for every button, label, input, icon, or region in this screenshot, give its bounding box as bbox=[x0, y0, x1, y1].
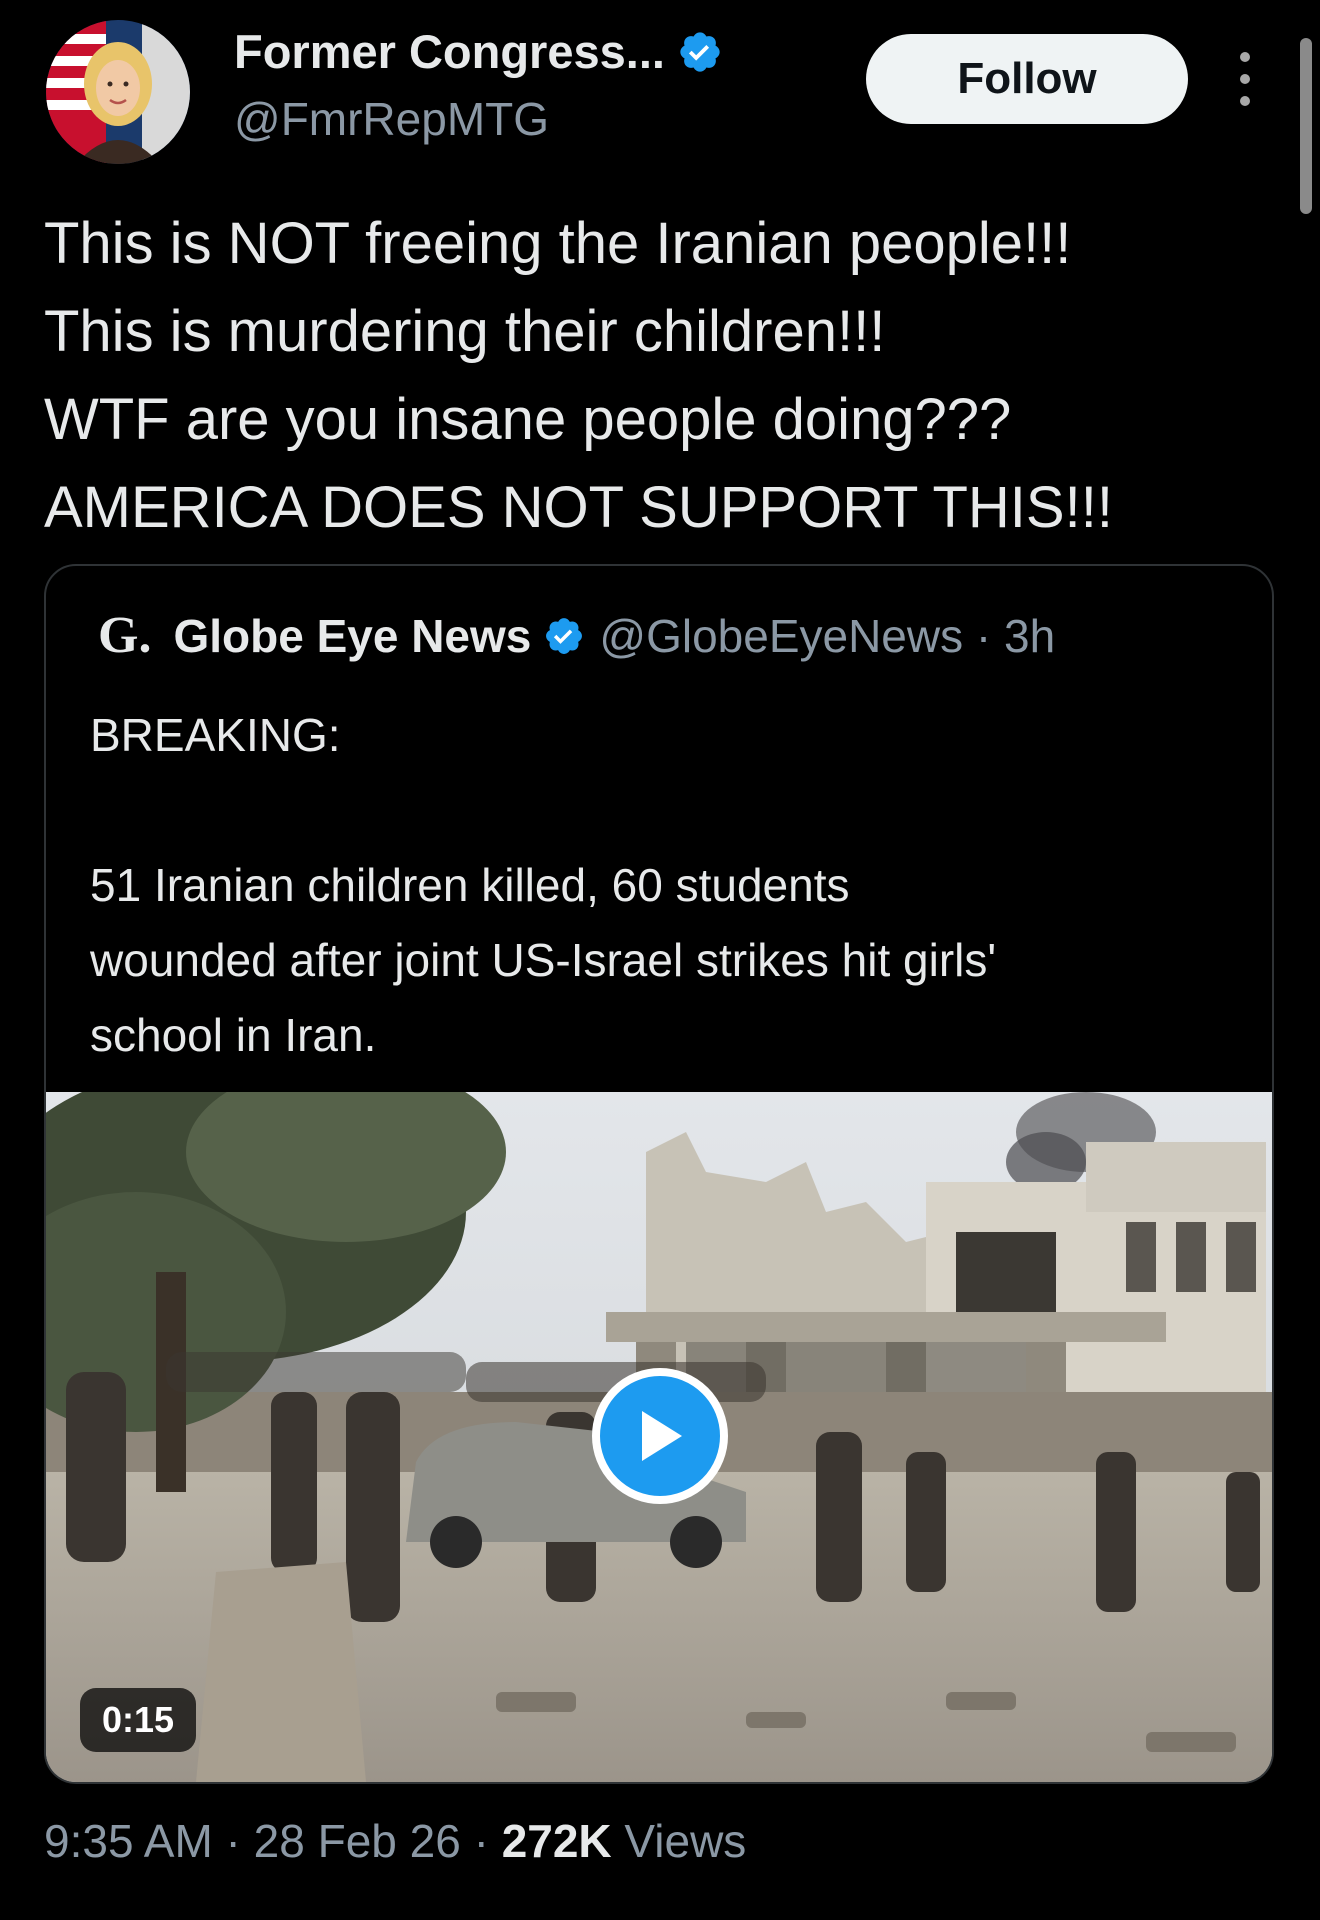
follow-button[interactable]: Follow bbox=[866, 34, 1188, 124]
tweet-meta: 9:35 AM · 28 Feb 26 · 272K Views bbox=[44, 1814, 746, 1868]
quoted-author-handle[interactable]: @GlobeEyeNews · 3h bbox=[599, 609, 1055, 663]
quoted-line: wounded after joint US-Israel strikes hi… bbox=[90, 934, 997, 986]
views-label: Views bbox=[611, 1815, 747, 1867]
avatar-image bbox=[46, 20, 190, 164]
quoted-author-name[interactable]: Globe Eye News bbox=[173, 609, 531, 663]
avatar[interactable] bbox=[46, 20, 190, 164]
author-name-row[interactable]: Former Congress... bbox=[234, 24, 723, 79]
scrollbar[interactable] bbox=[1300, 38, 1312, 214]
author-handle[interactable]: @FmrRepMTG bbox=[234, 92, 549, 146]
play-button[interactable] bbox=[592, 1368, 728, 1504]
tweet-line: WTF are you insane people doing??? bbox=[44, 387, 1012, 452]
quoted-tweet-text: BREAKING: 51 Iranian children killed, 60… bbox=[90, 698, 1240, 1073]
tweet-text: This is NOT freeing the Iranian people!!… bbox=[44, 200, 1284, 552]
tweet-line: This is murdering their children!!! bbox=[44, 299, 886, 364]
tweet-line: AMERICA DOES NOT SUPPORT THIS!!! bbox=[44, 475, 1113, 540]
quoted-tweet-card[interactable]: G. Globe Eye News @GlobeEyeNews · 3h BRE… bbox=[44, 564, 1274, 1784]
quoted-line: 51 Iranian children killed, 60 students bbox=[90, 859, 850, 911]
video-thumbnail[interactable]: 0:15 bbox=[46, 1092, 1272, 1782]
quoted-tweet-header: G. Globe Eye News @GlobeEyeNews · 3h bbox=[98, 606, 1055, 665]
author-name[interactable]: Former Congress... bbox=[234, 24, 665, 79]
quoted-line: BREAKING: bbox=[90, 709, 341, 761]
video-duration: 0:15 bbox=[80, 1688, 197, 1752]
more-options-icon[interactable] bbox=[1230, 52, 1260, 106]
play-icon bbox=[642, 1411, 682, 1461]
verified-badge-icon bbox=[680, 31, 720, 72]
globe-eye-logo-icon: G. bbox=[98, 607, 152, 664]
views-count[interactable]: 272K bbox=[502, 1815, 612, 1867]
tweet-line: This is NOT freeing the Iranian people!!… bbox=[44, 211, 1072, 276]
timestamp[interactable]: 9:35 AM · 28 Feb 26 · bbox=[44, 1815, 502, 1867]
quoted-line: school in Iran. bbox=[90, 1009, 377, 1061]
verified-badge-icon bbox=[546, 617, 583, 654]
